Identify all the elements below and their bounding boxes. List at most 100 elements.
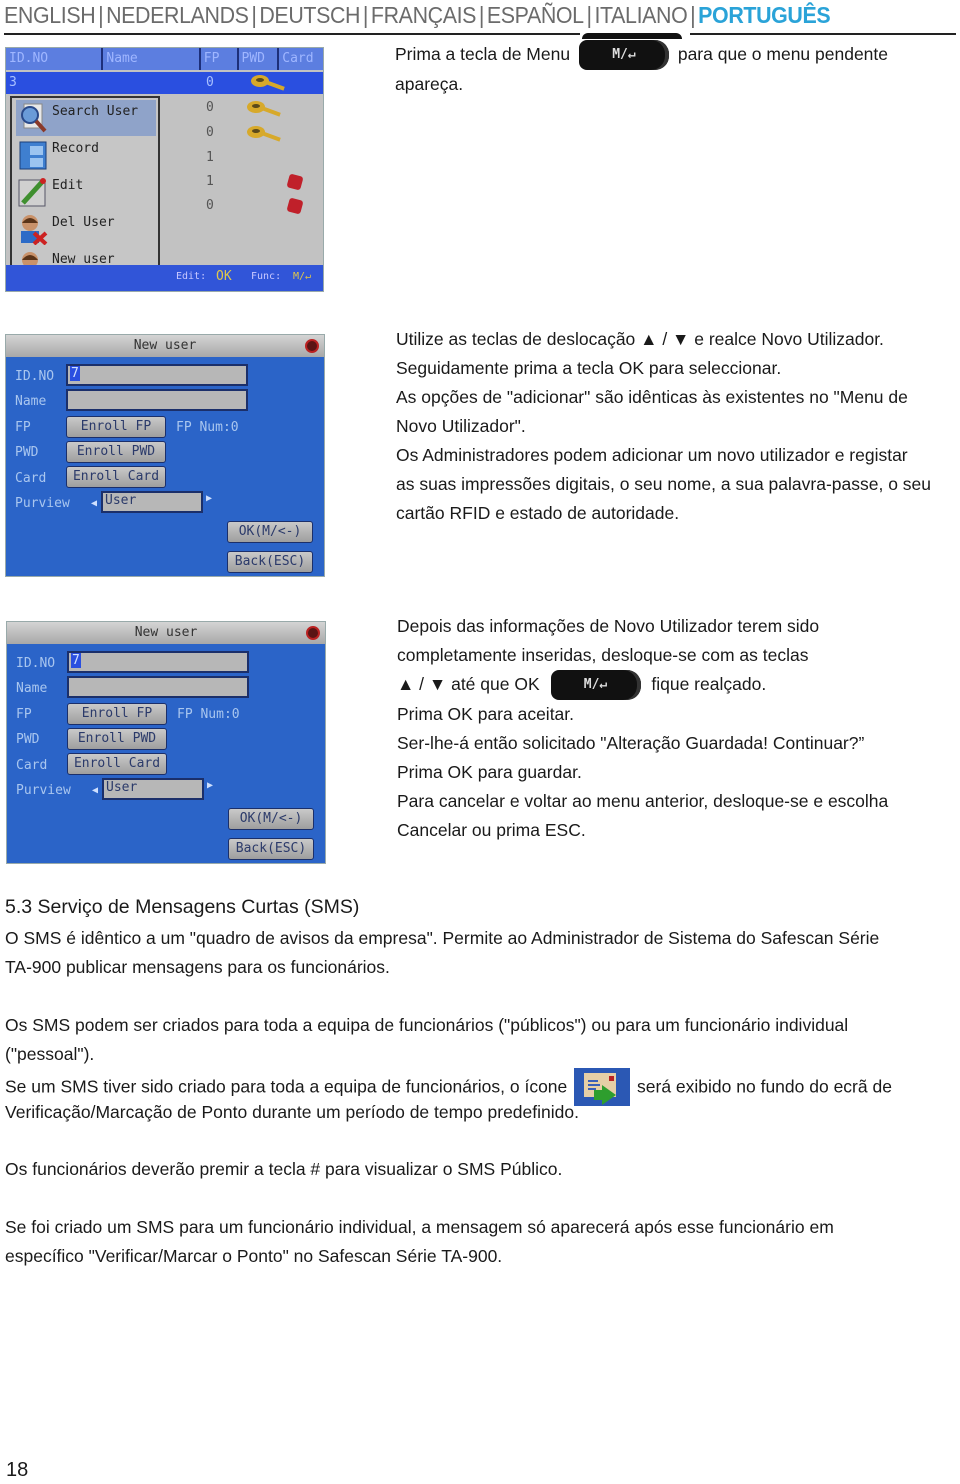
footer-edit-key: OK [216, 269, 232, 284]
lang-francais[interactable]: FRANÇAIS [371, 2, 477, 28]
label-id: ID.NO [16, 656, 56, 671]
text: As opções de "adicionar" são idênticas à… [396, 387, 908, 407]
menu-item-record[interactable]: Record [16, 137, 156, 173]
column-card: Card [279, 48, 323, 70]
column-pwd: PWD [238, 48, 280, 70]
lang-separator: | [586, 2, 592, 28]
fp-num: FP Num:0 [177, 707, 240, 722]
back-button[interactable]: Back(ESC) [227, 551, 313, 573]
sms-paragraph-5: Se foi criado um SMS para um funcionário… [5, 1213, 834, 1271]
arrow-right-icon[interactable]: ▶ [207, 780, 213, 791]
lang-separator: | [251, 2, 257, 28]
lang-italiano[interactable]: ITALIANO [594, 2, 687, 28]
instruction-save-user: Depois das informações de Novo Utilizado… [397, 612, 888, 845]
enroll-card-button[interactable]: Enroll Card [66, 466, 166, 488]
enroll-card-button[interactable]: Enroll Card [67, 753, 167, 775]
ok-button[interactable]: OK(M/<-) [228, 808, 314, 830]
menu-item-label: Edit [52, 178, 84, 193]
arrow-right-icon[interactable]: ▶ [206, 493, 212, 504]
purview-select[interactable]: User [102, 778, 204, 800]
enroll-pwd-button[interactable]: Enroll PWD [67, 728, 167, 750]
instruction-new-user: Utilize as teclas de deslocação ▲ / ▼ e … [396, 325, 931, 528]
selected-user-id: 3 [9, 75, 17, 90]
lang-separator: | [98, 2, 104, 28]
header-rule [690, 33, 956, 35]
text: específico "Verificar/Marcar o Ponto" no… [5, 1246, 503, 1266]
screen-title: New user [6, 335, 324, 357]
close-icon[interactable] [305, 339, 319, 353]
column-id: ID.NO [6, 48, 104, 70]
search-user-icon [21, 103, 47, 133]
column-fp: FP [200, 48, 239, 70]
device-screen-new-user: New user ID.NO 7 Name FP Enroll FP FP Nu… [5, 334, 325, 577]
sms-paragraph-2: Os SMS podem ser criados para toda a equ… [5, 1011, 892, 1127]
text: ("pessoal"). [5, 1044, 95, 1064]
text: Prima OK para guardar. [397, 762, 582, 783]
password-key-icon [247, 101, 281, 117]
menu-item-search-user[interactable]: Search User [16, 100, 156, 136]
column-name: Name [103, 48, 201, 70]
lang-nederlands[interactable]: NEDERLANDS [106, 2, 249, 28]
text: O SMS é idêntico a um "quadro de avisos … [5, 928, 880, 948]
label-purview: Purview [16, 783, 71, 798]
text: Depois das informações de Novo Utilizado… [397, 616, 820, 636]
label-id: ID.NO [15, 369, 55, 384]
fp-count: 1 [206, 150, 214, 165]
instruction-menu-key: Prima a tecla de Menu M/↵ para que o men… [395, 40, 888, 99]
arrow-left-icon[interactable]: ◀ [92, 785, 98, 796]
password-key-icon [251, 75, 285, 91]
label-purview: Purview [15, 496, 70, 511]
text: Os SMS podem ser criados para toda a equ… [5, 1015, 849, 1035]
label-name: Name [15, 394, 47, 409]
footer-func-key: M/↵ [293, 271, 312, 282]
ok-button[interactable]: OK(M/<-) [227, 521, 313, 543]
name-field[interactable] [66, 389, 248, 411]
device-screen-user-list: ID.NO Name FP PWD Card 3 0 0 0 1 1 0 Sea… [5, 47, 324, 292]
enroll-fp-button[interactable]: Enroll FP [66, 416, 166, 438]
purview-select[interactable]: User [101, 491, 203, 513]
text: Utilize as teclas de deslocação ▲ / ▼ e … [396, 329, 884, 349]
footer-func-label: Func: [251, 271, 282, 282]
fp-count: 1 [206, 174, 214, 189]
lang-portugues-active[interactable]: PORTUGUÊS [698, 2, 831, 28]
section-heading: 5.3 Serviço de Mensagens Curtas (SMS) [5, 896, 360, 918]
text: fique realçado. [651, 674, 767, 694]
text: para que o menu pendente [677, 44, 889, 64]
menu-item-label: Del User [52, 215, 115, 230]
text: Os funcionários deverão premir a tecla #… [5, 1159, 563, 1179]
id-field[interactable]: 7 [67, 651, 249, 673]
rfid-card-icon [286, 173, 304, 191]
id-value: 7 [70, 366, 80, 381]
back-button[interactable]: Back(ESC) [228, 838, 314, 860]
lang-espanol[interactable]: ESPAÑOL [487, 2, 584, 28]
arrow-left-icon[interactable]: ◀ [91, 498, 97, 509]
lang-deutsch[interactable]: DEUTSCH [259, 2, 360, 28]
menu-key-icon: M/↵ [578, 40, 669, 71]
sms-paragraph-4: Os funcionários deverão premir a tecla #… [5, 1155, 562, 1184]
selected-user-fp: 0 [206, 75, 214, 90]
text: Se um SMS tiver sido criado para toda a … [5, 1076, 568, 1097]
text: Cancelar ou prima ESC. [397, 820, 586, 841]
text: Ser-lhe-á então solicitado "Alteração Gu… [397, 733, 865, 754]
enroll-fp-button[interactable]: Enroll FP [67, 703, 167, 725]
text: Os Administradores podem adicionar um no… [396, 445, 908, 465]
page-number: 18 [6, 1459, 29, 1481]
rfid-card-icon [286, 197, 304, 215]
id-field[interactable]: 7 [66, 364, 248, 386]
menu-item-label: Record [52, 141, 99, 156]
password-key-icon [247, 126, 281, 142]
close-icon[interactable] [306, 626, 320, 640]
header-tab-marker [582, 33, 682, 39]
label-card: Card [15, 471, 47, 486]
text: as suas impressões digitais, o seu nome,… [396, 474, 932, 494]
sms-message-icon [574, 1068, 631, 1106]
label-pwd: PWD [16, 732, 40, 747]
lang-english[interactable]: ENGLISH [4, 2, 96, 28]
enroll-pwd-button[interactable]: Enroll PWD [66, 441, 166, 463]
label-fp: FP [15, 420, 31, 435]
fp-count: 0 [206, 125, 214, 140]
name-field[interactable] [67, 676, 249, 698]
menu-item-edit[interactable]: Edit [16, 174, 156, 210]
selected-user-row[interactable]: 3 0 [6, 72, 323, 94]
menu-item-del-user[interactable]: Del User [16, 211, 156, 247]
